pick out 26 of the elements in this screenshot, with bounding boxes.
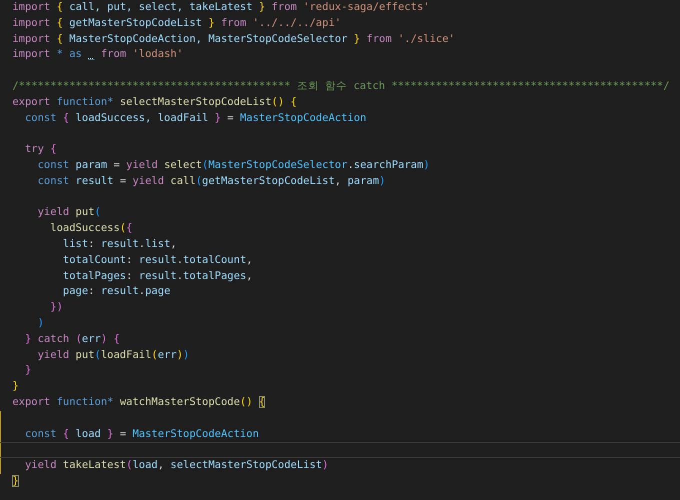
- code-line: }): [49, 301, 63, 314]
- code-line: export function* watchMasterStopCode() {: [12, 396, 266, 408]
- code-line: /******************************************* 조회 함수 catch *******************************************/: [12, 80, 670, 92]
- code-line: yield put(: [36, 206, 101, 218]
- code-line: const param = yield select(MasterStopCodeSelector.searchParam): [36, 158, 430, 171]
- code-line: page: result.page: [62, 285, 170, 298]
- code-line: loadSuccess({: [49, 222, 132, 234]
- code-line: }: [12, 380, 19, 392]
- code-line: yield takeLatest(load, selectMasterStopCodeList): [24, 459, 328, 472]
- code-line: try {: [24, 143, 57, 156]
- code-line: import * as _ from 'lodash': [12, 48, 184, 60]
- code-line: const { loadSuccess, loadFail } = MasterStopCodeAction: [24, 112, 366, 124]
- code-line: totalCount: result.totalCount,: [62, 254, 253, 266]
- code-line: const { load } = MasterStopCodeAction: [24, 428, 259, 440]
- code-line: export function* selectMasterStopCodeList() {: [12, 96, 297, 108]
- code-line: import { MasterStopCodeAction, MasterStopCodeSelector } from './slice': [12, 32, 455, 45]
- code-line: totalPages: result.totalPages,: [62, 270, 253, 282]
- code-line: yield put(loadFail(err)): [36, 348, 190, 361]
- code-line: } catch (err) {: [24, 332, 120, 345]
- code-line: const result = yield call(getMasterStopCodeList, param): [36, 174, 386, 187]
- code-line: }: [24, 364, 32, 376]
- code-line: list: result.list,: [62, 238, 177, 250]
- code-line: import { call, put, select, takeLatest } from 'redux-saga/effects': [12, 1, 430, 13]
- code-line: import { getMasterStopCodeList } from '../../../api': [12, 16, 342, 29]
- code-line: ): [36, 316, 44, 329]
- code-line: }: [12, 474, 19, 487]
